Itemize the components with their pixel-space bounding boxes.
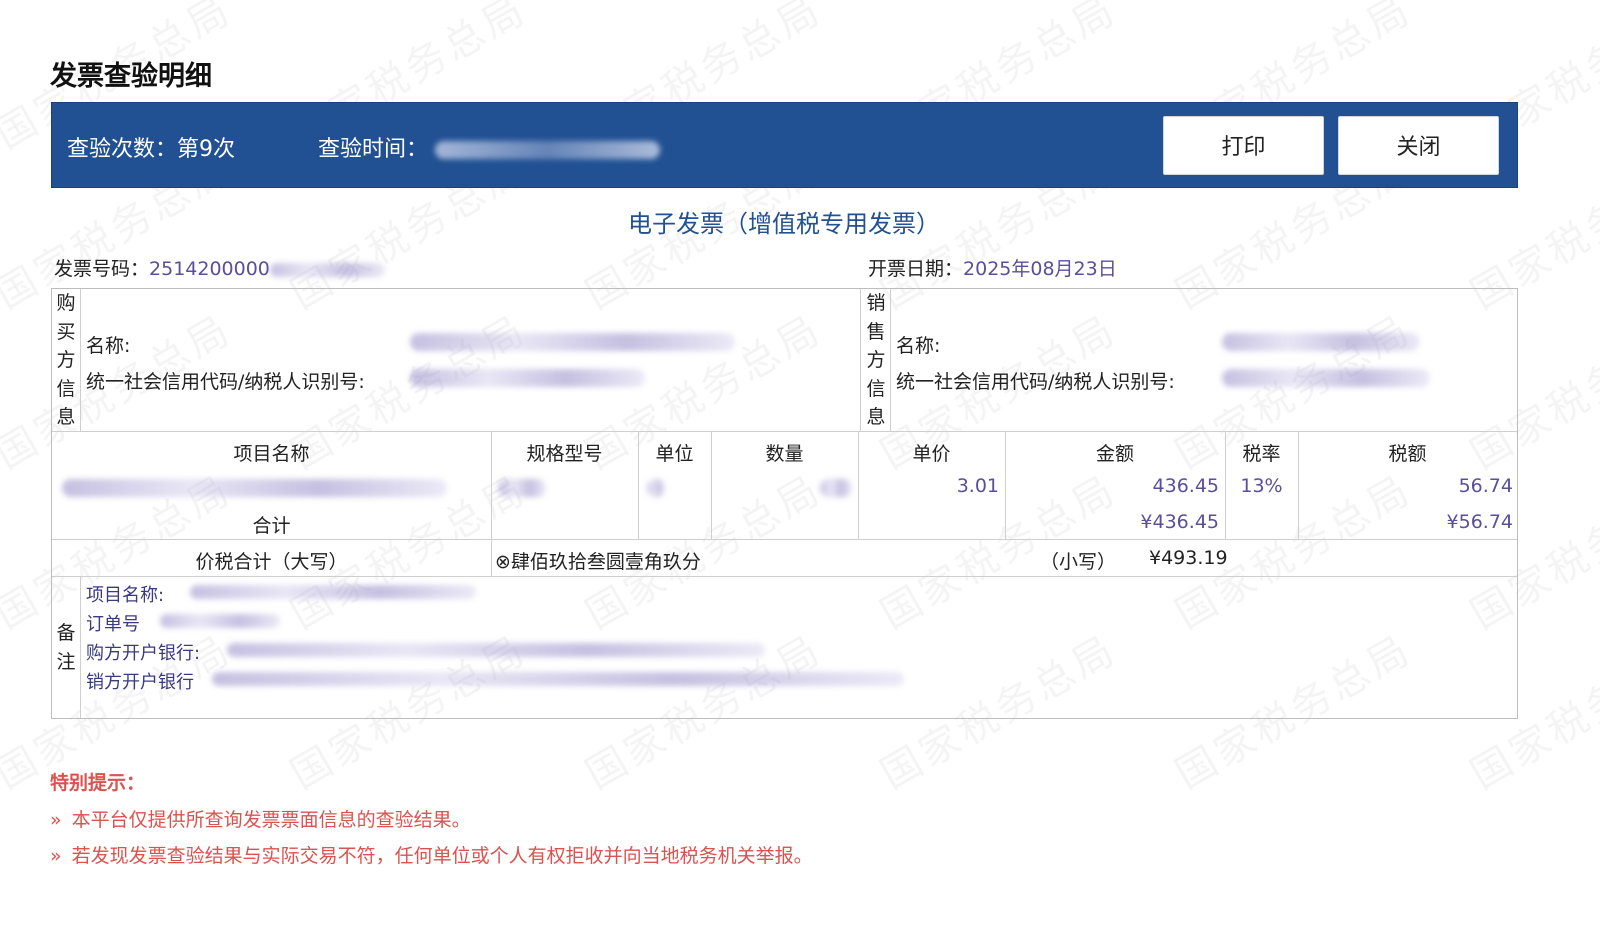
item-qty-redacted — [820, 479, 852, 497]
check-time-label: 查验时间： — [318, 137, 429, 162]
tip-bullet-icon: » — [50, 845, 62, 867]
item-rate: 13% — [1240, 475, 1283, 497]
invoice-number-label: 发票号码： — [54, 258, 150, 280]
col-header-amount: 金额 — [1095, 443, 1134, 465]
check-time: 查验时间： — [318, 131, 661, 163]
col-header-unit: 单位 — [655, 443, 694, 465]
invoice-number-value: 2514200000 — [149, 258, 270, 280]
invoice-number: 发票号码：2514200000 — [54, 254, 385, 281]
remark-line-1-redacted — [190, 585, 476, 599]
subtotal-amount: ¥436.45 — [1140, 511, 1219, 533]
col-header-tax: 税额 — [1388, 443, 1427, 465]
buyer-tax-id-label: 统一社会信用代码/纳税人识别号: — [86, 371, 365, 393]
buyer-side-char: 息 — [56, 406, 76, 429]
buyer-side-char: 方 — [56, 349, 76, 372]
buyer-name-label: 名称: — [86, 335, 131, 357]
tips-title: 特别提示： — [50, 772, 146, 794]
buyer-side-label: 购买方信息 — [52, 289, 80, 432]
col-header-name: 项目名称 — [233, 443, 310, 465]
header-bar: 查验次数：第9次 查验时间： 打印 关闭 — [51, 102, 1518, 188]
buyer-tax-id-redacted — [410, 369, 645, 387]
close-button[interactable]: 关闭 — [1338, 116, 1499, 175]
item-price: 3.01 — [956, 475, 999, 497]
remark-line-2-redacted — [160, 614, 280, 628]
tip-bullet-icon: » — [50, 809, 62, 831]
subtotal-tax: ¥56.74 — [1446, 511, 1513, 533]
seller-side-char: 信 — [866, 377, 886, 400]
total-label: 价税合计（大写） — [195, 551, 348, 573]
invoice-table: 购买方信息 名称: 统一社会信用代码/纳税人识别号: 销售方信息 名称: 统一社… — [51, 288, 1518, 719]
invoice-date-value: 2025年08月23日 — [963, 258, 1117, 280]
buyer-side-char: 购 — [56, 292, 76, 314]
invoice-number-redacted — [269, 262, 385, 277]
seller-tax-id-redacted — [1222, 369, 1430, 387]
item-amount: 436.45 — [1152, 475, 1219, 497]
buyer-side-char: 买 — [56, 320, 76, 343]
invoice-type-title: 电子发票（增值税专用发票） — [628, 210, 940, 238]
total-upper: ⊗肆佰玖拾叁圆壹角玖分 — [495, 551, 701, 573]
remarks-side-char: 注 — [56, 650, 76, 673]
invoice-date-label: 开票日期： — [868, 258, 964, 280]
item-tax: 56.74 — [1458, 475, 1513, 497]
remark-line-3: 购方开户银行: — [86, 643, 201, 664]
tip-text-1: 本平台仅提供所查询发票票面信息的查验结果。 — [71, 809, 471, 831]
seller-side-label: 销售方信息 — [862, 289, 890, 432]
col-header-price: 单价 — [912, 443, 951, 465]
check-time-value-redacted — [435, 141, 661, 159]
total-lower-label: （小写） — [1040, 551, 1117, 573]
col-header-qty: 数量 — [765, 443, 804, 465]
seller-side-char: 息 — [866, 406, 886, 429]
buyer-side-char: 信 — [56, 377, 76, 400]
remark-line-3-redacted — [227, 643, 765, 657]
seller-name-label: 名称: — [896, 335, 941, 357]
invoice-date: 开票日期：2025年08月23日 — [868, 254, 1117, 281]
seller-side-char: 售 — [866, 320, 886, 343]
remark-line-4: 销方开户银行 — [86, 672, 194, 693]
seller-side-char: 方 — [866, 349, 886, 372]
buyer-name-redacted — [410, 333, 735, 351]
check-count: 查验次数：第9次 — [67, 137, 235, 162]
col-header-rate: 税率 — [1242, 443, 1281, 465]
total-lower-value: ¥493.19 — [1149, 547, 1228, 569]
remark-line-1: 项目名称: — [86, 585, 165, 606]
tip-text-2: 若发现发票查验结果与实际交易不符，任何单位或个人有权拒收并向当地税务机关举报。 — [71, 845, 813, 867]
print-button[interactable]: 打印 — [1163, 116, 1324, 175]
tip-item-1: » 本平台仅提供所查询发票票面信息的查验结果。 — [50, 805, 471, 832]
seller-side-char: 销 — [866, 292, 886, 314]
item-name-redacted — [62, 479, 447, 497]
tip-item-2: » 若发现发票查验结果与实际交易不符，任何单位或个人有权拒收并向当地税务机关举报。 — [50, 841, 813, 868]
remark-line-2: 订单号 — [86, 614, 140, 635]
item-unit-redacted — [647, 479, 665, 497]
page-title: 发票查验明细 — [50, 61, 212, 92]
col-header-spec: 规格型号 — [526, 443, 603, 465]
subtotal-label: 合计 — [252, 515, 291, 537]
remarks-side-label: 备注 — [52, 619, 80, 676]
remark-line-4-redacted — [212, 672, 904, 686]
remarks-side-char: 备 — [56, 622, 76, 644]
seller-tax-id-label: 统一社会信用代码/纳税人识别号: — [896, 371, 1175, 393]
seller-name-redacted — [1222, 333, 1420, 351]
item-spec-redacted — [498, 479, 546, 497]
